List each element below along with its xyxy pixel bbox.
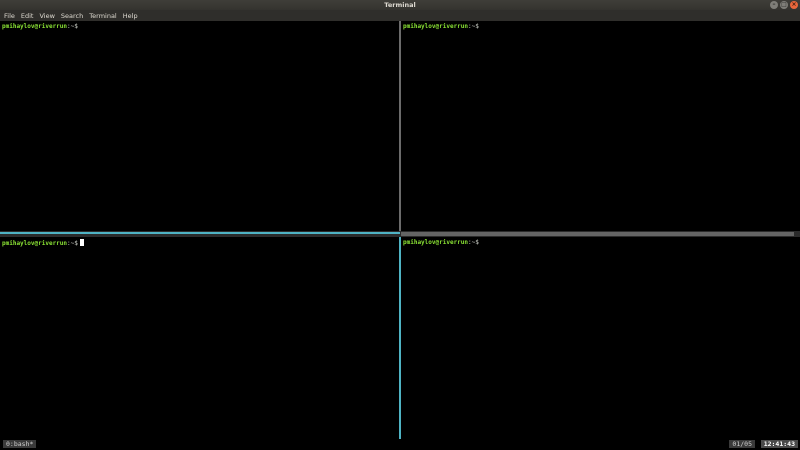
close-button[interactable]: × — [790, 1, 798, 9]
active-pane-border — [0, 232, 400, 234]
position-indicator: 01/05 — [729, 440, 755, 448]
menu-edit[interactable]: Edit — [21, 12, 34, 20]
text-cursor — [79, 239, 84, 246]
title-bar[interactable]: Terminal – □ × — [0, 0, 800, 10]
maximize-button[interactable]: □ — [780, 1, 788, 9]
prompt-path: :~$ — [468, 23, 479, 30]
menu-terminal[interactable]: Terminal — [89, 12, 116, 20]
shell-prompt: pmihaylov@riverrun:~$ — [2, 23, 78, 30]
shell-prompt: pmihaylov@riverrun:~$ — [403, 23, 479, 30]
prompt-user-host: pmihaylov@riverrun — [2, 240, 68, 247]
pane-top-left[interactable]: pmihaylov@riverrun:~$ — [0, 21, 399, 231]
shell-prompt: pmihaylov@riverrun:~$ — [2, 239, 84, 247]
prompt-user-host: pmihaylov@riverrun — [403, 23, 469, 30]
prompt-user-host: pmihaylov@riverrun — [403, 239, 469, 246]
pane-divider-vertical-top[interactable] — [399, 21, 401, 231]
terminal-window: Terminal – □ × File Edit View Search Ter… — [0, 0, 800, 450]
shell-prompt: pmihaylov@riverrun:~$ — [403, 239, 479, 246]
pane-top-right[interactable]: pmihaylov@riverrun:~$ — [401, 21, 800, 231]
inactive-pane-border — [401, 232, 794, 236]
pane-bottom-left[interactable]: pmihaylov@riverrun:~$ — [0, 237, 399, 439]
pane-bottom-right[interactable]: pmihaylov@riverrun:~$ — [401, 237, 800, 439]
menu-view[interactable]: View — [39, 12, 54, 20]
menu-file[interactable]: File — [4, 12, 15, 20]
prompt-path: :~$ — [67, 240, 78, 247]
menu-bar: File Edit View Search Terminal Help — [0, 10, 800, 21]
status-clock: 12:41:43 — [760, 440, 798, 448]
prompt-path: :~$ — [468, 239, 479, 246]
menu-help[interactable]: Help — [123, 12, 138, 20]
tmux-status-bar: 0:bash* 01/05 12:41:43 — [0, 439, 800, 450]
minimize-button[interactable]: – — [770, 1, 778, 9]
window-controls: – □ × — [770, 1, 798, 9]
prompt-user-host: pmihaylov@riverrun — [2, 23, 68, 30]
window-tab[interactable]: 0:bash* — [3, 440, 37, 448]
window-title: Terminal — [384, 1, 416, 9]
prompt-path: :~$ — [67, 23, 78, 30]
menu-search[interactable]: Search — [61, 12, 83, 20]
